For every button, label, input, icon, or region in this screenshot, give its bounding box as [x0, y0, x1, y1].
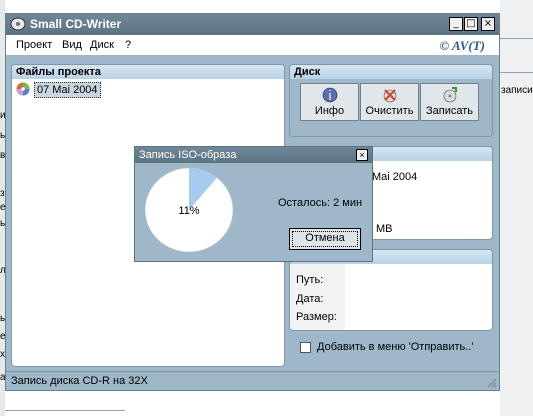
dialog-close-button[interactable]: × [356, 149, 368, 161]
background-divider [500, 72, 533, 73]
menu-help[interactable]: ? [125, 39, 131, 51]
resize-grip-icon[interactable] [485, 376, 497, 388]
app-cd-icon [10, 17, 26, 31]
cd-disc-icon [16, 82, 30, 96]
background-divider [500, 38, 533, 39]
send-to-checkbox[interactable] [300, 342, 311, 353]
burn-button-label: Записать [425, 105, 473, 117]
date-label: Дата: [296, 293, 324, 305]
minimize-button[interactable]: _ [449, 17, 463, 31]
info-icon [322, 87, 338, 103]
window-title: Small CD-Writer [30, 17, 122, 31]
file-item-label: 07 Mai 2004 [34, 82, 101, 98]
menu-disk[interactable]: Диск [90, 39, 114, 51]
title-bar[interactable]: Small CD-Writer _ □ × [6, 14, 499, 35]
progress-percent: 11% [178, 205, 199, 217]
remaining-time: Осталось: 2 мин [278, 197, 363, 209]
iso-write-dialog: Запись ISO-образа × 11% Осталось: 2 мин … [134, 146, 373, 262]
size-label: Размер: [296, 311, 337, 323]
close-button[interactable]: × [481, 17, 495, 31]
burn-icon [443, 87, 457, 103]
info-button[interactable]: Инфо [300, 83, 359, 121]
menu-bar: Проект Вид Диск ? © AV(T) [6, 35, 499, 55]
background-window-right [500, 0, 533, 416]
send-to-label: Добавить в меню 'Отправить..' [317, 341, 474, 353]
disk-info-size: MB [376, 223, 393, 235]
info-button-label: Инфо [314, 105, 345, 117]
disk-info-name: Mai 2004 [372, 171, 418, 183]
cancel-button[interactable]: Отмена [289, 228, 361, 250]
status-text: Запись диска CD-R на 32X [11, 375, 148, 387]
menu-view[interactable]: Вид [62, 39, 82, 51]
path-label: Путь: [296, 274, 324, 286]
background-right-text: записи [501, 85, 533, 96]
status-bar: Запись диска CD-R на 32X [6, 371, 499, 390]
erase-button-label: Очистить [365, 105, 414, 117]
erase-button[interactable]: Очистить [360, 83, 419, 121]
progress-pie: 11% [144, 167, 234, 253]
cancel-button-label: Отмена [305, 232, 345, 244]
burn-button[interactable]: Записать [420, 83, 479, 121]
erase-icon [383, 89, 397, 103]
brand-logo: © AV(T) [439, 38, 485, 53]
dialog-title: Запись ISO-образа [135, 147, 372, 163]
disk-panel: Диск Инфо Очистить Записать [289, 64, 493, 137]
project-files-header: Файлы проекта [12, 65, 284, 79]
disk-header: Диск [290, 65, 492, 79]
menu-project[interactable]: Проект [16, 39, 52, 51]
maximize-button[interactable]: □ [464, 17, 478, 31]
background-bottom-line [5, 410, 125, 411]
